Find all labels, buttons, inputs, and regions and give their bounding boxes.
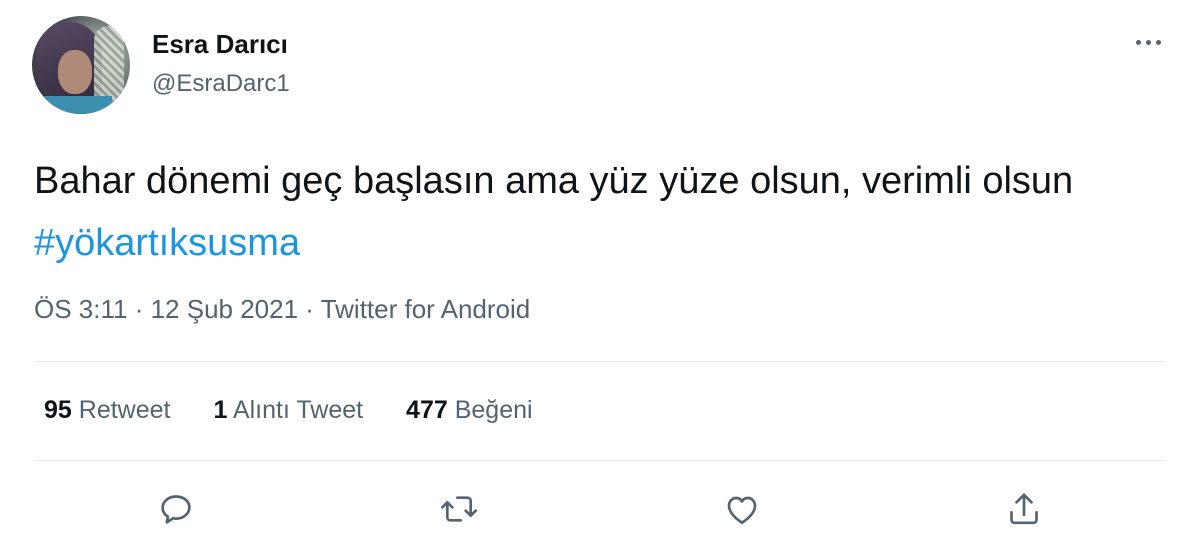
- retweets-count: 95: [44, 396, 72, 424]
- more-dot: [1135, 39, 1141, 45]
- tweet-date[interactable]: 12 Şub 2021: [151, 294, 298, 324]
- user-handle[interactable]: @EsraDarc1: [152, 70, 290, 98]
- share-icon: [1010, 493, 1038, 525]
- display-name[interactable]: Esra Darıcı: [152, 29, 288, 60]
- avatar-face: [58, 50, 92, 94]
- avatar-plant: [94, 26, 124, 106]
- quotes-stat[interactable]: 1 Alıntı Tweet: [213, 396, 363, 425]
- retweets-label: Retweet: [78, 396, 171, 424]
- retweet-icon: [441, 496, 477, 522]
- likes-stat[interactable]: 477 Beğeni: [406, 396, 533, 425]
- quotes-label: Alıntı Tweet: [232, 396, 364, 424]
- share-button[interactable]: [1002, 487, 1046, 531]
- avatar[interactable]: [32, 16, 130, 114]
- divider: [34, 460, 1166, 461]
- more-dot: [1155, 39, 1161, 45]
- more-dot: [1145, 39, 1151, 45]
- retweet-button[interactable]: [437, 487, 481, 531]
- tweet-text: Bahar dönemi geç başlasın ama yüz yüze o…: [34, 150, 1174, 274]
- tweet-meta: ÖS 3:11 · 12 Şub 2021 · Twitter for Andr…: [34, 294, 530, 325]
- meta-separator: ·: [127, 294, 151, 324]
- more-icon[interactable]: [1128, 30, 1168, 54]
- like-button[interactable]: [720, 487, 764, 531]
- avatar-shirt: [42, 96, 112, 114]
- tweet-body: Bahar dönemi geç başlasın ama yüz yüze o…: [34, 160, 1074, 202]
- divider: [34, 361, 1166, 362]
- reply-icon: [161, 495, 191, 524]
- hashtag-link[interactable]: #yökartıksusma: [34, 222, 300, 264]
- reply-button[interactable]: [154, 487, 198, 531]
- likes-label: Beğeni: [454, 396, 533, 424]
- tweet-time[interactable]: ÖS 3:11: [34, 294, 127, 324]
- tweet-card: Esra Darıcı @EsraDarc1 Bahar dönemi geç …: [0, 0, 1200, 549]
- tweet-stats: 95 Retweet 1 Alıntı Tweet 477 Beğeni: [44, 396, 569, 425]
- meta-separator: ·: [298, 294, 321, 324]
- likes-count: 477: [406, 396, 448, 424]
- quotes-count: 1: [213, 396, 228, 424]
- retweets-stat[interactable]: 95 Retweet: [44, 396, 170, 425]
- tweet-source[interactable]: Twitter for Android: [321, 294, 531, 324]
- heart-icon: [727, 496, 757, 524]
